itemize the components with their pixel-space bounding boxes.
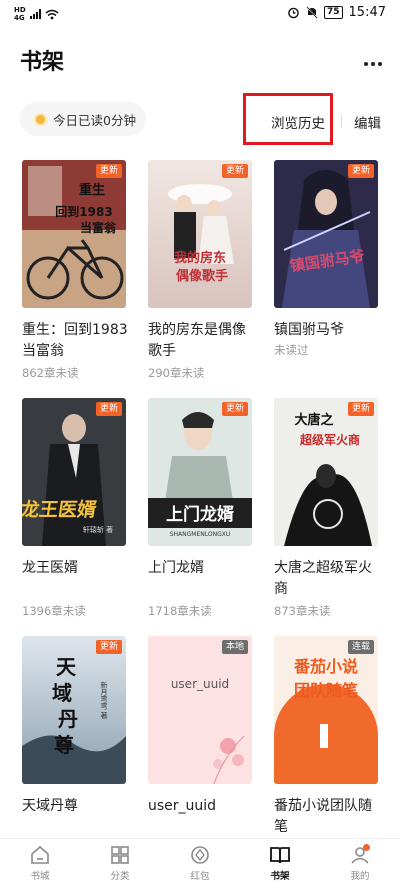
svg-text:偶像歌手: 偶像歌手 [176,268,228,284]
edit-button[interactable]: 编辑 [354,112,381,132]
book-cover[interactable]: 天 域 丹 尊 新月弯弯 著 更新 [22,636,126,784]
book-cover[interactable]: 镇国驸马爷 更新 [274,160,378,308]
wifi-icon [45,9,59,19]
coin-icon [191,846,209,864]
notification-dot [363,844,370,851]
cover-art-ink-warrior: 大唐之 超级军火商 [274,398,378,546]
cover-art-flowers: user_uuid [148,636,252,784]
svg-text:团队随笔: 团队随笔 [294,681,358,700]
svg-text:上门龙婿: 上门龙婿 [166,504,234,525]
network-tag-hd: HD [14,6,26,14]
svg-text:龙王医婿: 龙王医婿 [22,498,99,521]
cover-art-young-man: 上门龙婿 SHANGMENLONGXU [148,398,252,546]
cover-art-warrior: 镇国驸马爷 [274,160,378,308]
update-badge: 更新 [347,164,374,178]
signal-icon [29,9,41,19]
book-title[interactable]: 大唐之超级军火商 [274,558,384,600]
book-cover[interactable]: 番茄小说 团队随笔 连载 [274,636,378,784]
svg-text:天: 天 [56,655,77,679]
cover-art-bicycle: 重生 回到1983 当富翁 [22,160,126,308]
nav-item-category[interactable]: 分类 [80,839,160,888]
nav-item-bookstore[interactable]: 书城 [0,839,80,888]
battery-level: 75 [324,6,343,19]
nav-label: 分类 [110,871,130,882]
status-bar: HD 4G 75 15:47 [0,0,400,28]
cover-art-suited-man: 龙王医婿 轩辕斩 著 [22,398,126,546]
book-title[interactable]: 天域丹尊 [22,796,132,817]
svg-text:重生: 重生 [79,182,105,198]
bookshelf-icon [270,847,290,864]
nav-label: 我的 [350,871,370,882]
clock: 15:47 [348,5,386,20]
cover-art-couple: 我的房东 偶像歌手 [148,160,252,308]
grid-icon [111,846,129,864]
book-cover[interactable]: 大唐之 超级军火商 更新 [274,398,378,546]
toolbar-divider [341,114,342,128]
nav-item-profile[interactable]: 我的 [320,839,400,888]
nav-label: 书城 [30,871,50,882]
alarm-icon [288,7,299,19]
svg-text:轩辕斩 著: 轩辕斩 著 [83,525,113,534]
svg-text:新月弯弯 著: 新月弯弯 著 [100,681,108,720]
svg-text:SHANGMENLONGXU: SHANGMENLONGXU [170,531,231,538]
book-cover[interactable]: user_uuid 本地 [148,636,252,784]
book-title[interactable]: 我的房东是偶像歌手 [148,320,258,362]
nav-label: 书架 [270,871,290,882]
update-badge: 更新 [95,640,122,654]
cover-art-sunset: 番茄小说 团队随笔 [274,636,378,784]
update-badge: 更新 [221,164,248,178]
book-title[interactable]: 重生：回到1983当富翁 [22,320,132,362]
svg-text:当富翁: 当富翁 [80,220,117,235]
book-title[interactable]: 镇国驸马爷 [274,320,384,341]
svg-text:我的房东: 我的房东 [174,250,226,266]
book-progress: 1396章未读 [22,604,86,618]
book-progress: 290章未读 [148,366,205,380]
book-title[interactable]: 番茄小说团队随笔 [274,796,384,838]
nav-label: 红包 [190,871,210,882]
update-badge: 更新 [95,402,122,416]
book-progress: 未读过 [274,343,309,357]
bottom-navigation: 书城 分类 红包 书架 我的 [0,838,400,888]
update-badge: 更新 [95,164,122,178]
network-tags: HD 4G [14,6,26,22]
book-cover[interactable]: 重生 回到1983 当富翁 更新 [22,160,126,308]
mute-bell-icon [306,6,318,19]
page-title: 书架 [20,50,65,75]
book-title[interactable]: 龙王医婿 [22,558,132,579]
nav-item-red-packet[interactable]: 红包 [160,839,240,888]
status-left: HD 4G [14,6,59,22]
nav-item-bookshelf[interactable]: 书架 [240,839,320,888]
local-badge: 本地 [221,640,248,654]
svg-text:大唐之: 大唐之 [294,412,333,428]
svg-text:丹: 丹 [58,707,78,731]
more-options-icon[interactable] [364,62,382,66]
svg-text:超级军火商: 超级军火商 [299,432,360,447]
book-progress: 873章未读 [274,604,331,618]
svg-text:尊: 尊 [54,733,74,757]
highlight-box [243,93,333,145]
status-right: 75 15:47 [287,5,386,20]
svg-text:番茄小说: 番茄小说 [293,657,358,676]
update-badge: 更新 [221,402,248,416]
svg-text:回到1983: 回到1983 [55,204,112,219]
update-badge: 更新 [347,402,374,416]
book-title[interactable]: 上门龙婿 [148,558,258,579]
serial-badge: 连载 [347,640,374,654]
book-progress: 1718章未读 [148,604,212,618]
cover-local-title: user_uuid [171,677,229,691]
today-reading-label: 今日已读0分钟 [53,112,136,128]
book-progress: 862章未读 [22,366,79,380]
coin-icon [34,112,47,126]
book-cover[interactable]: 上门龙婿 SHANGMENLONGXU 更新 [148,398,252,546]
home-icon [31,845,49,864]
network-tag-4g: 4G [14,14,25,22]
svg-text:域: 域 [52,681,72,705]
book-cover[interactable]: 我的房东 偶像歌手 更新 [148,160,252,308]
today-reading-pill[interactable]: 今日已读0分钟 [20,102,146,136]
book-cover[interactable]: 龙王医婿 轩辕斩 著 更新 [22,398,126,546]
cover-art-ink-wash: 天 域 丹 尊 新月弯弯 著 [22,636,126,784]
book-title[interactable]: user_uuid [148,796,258,817]
